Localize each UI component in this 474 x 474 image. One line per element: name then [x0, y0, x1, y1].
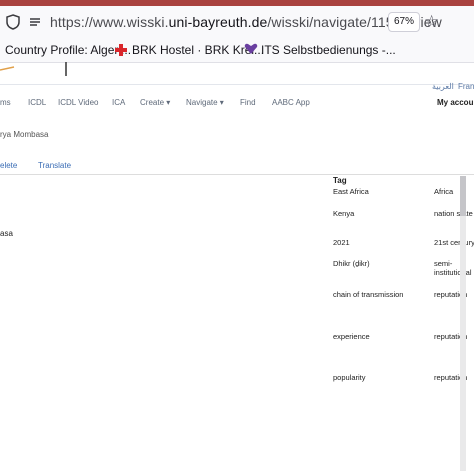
url-host: uni-bayreuth.de: [168, 14, 268, 30]
red-cross-icon: [114, 43, 128, 57]
its-heart-icon: [244, 43, 258, 54]
value-cell[interactable]: semi-: [434, 259, 452, 268]
shield-icon[interactable]: [6, 14, 20, 30]
nav-item-create[interactable]: Create ▾: [140, 98, 170, 107]
page-lines-icon[interactable]: [28, 15, 42, 29]
tag-cell[interactable]: popularity: [333, 373, 366, 382]
tab-translate[interactable]: Translate: [38, 161, 71, 170]
nav-item-icdl-video[interactable]: ICDL Video: [58, 98, 98, 107]
nav-item-ica[interactable]: ICA: [112, 98, 125, 107]
tag-cell[interactable]: 2021: [333, 238, 350, 247]
bookmark-country-profile[interactable]: Country Profile: Algeri...: [5, 43, 131, 57]
nav-item-home[interactable]: ms: [0, 98, 11, 107]
tag-column-header: Tag: [333, 176, 347, 185]
star-icon[interactable]: ☆: [424, 12, 439, 32]
zoom-level-button[interactable]: 67%: [388, 12, 420, 32]
nav-item-aabc-app[interactable]: AABC App: [272, 98, 310, 107]
value-cell[interactable]: nation state: [434, 209, 473, 218]
language-arabic-link[interactable]: العربية: [432, 82, 454, 91]
nav-item-navigate[interactable]: Navigate ▾: [186, 98, 224, 107]
tag-cell[interactable]: chain of transmission: [333, 290, 403, 299]
nav-item-icdl[interactable]: ICDL: [28, 98, 46, 107]
tab-delete[interactable]: elete: [0, 161, 17, 170]
vertical-scrollbar[interactable]: [460, 176, 466, 471]
site-logo-fragment: [0, 62, 67, 76]
tag-cell[interactable]: Dhikr (ḏikr): [333, 259, 370, 268]
nav-item-find[interactable]: Find: [240, 98, 256, 107]
url-prefix: https://www.wisski.: [50, 14, 169, 30]
url-text[interactable]: https://www.wisski.uni-bayreuth.de/wissk…: [50, 14, 442, 30]
content-divider: [0, 174, 474, 175]
field-value-fragment: asa: [0, 229, 13, 238]
nav-my-account[interactable]: My accoun: [437, 98, 474, 107]
tag-cell[interactable]: East Africa: [333, 187, 369, 196]
value-cell[interactable]: Africa: [434, 187, 453, 196]
value-cell[interactable]: 21st century: [434, 238, 474, 247]
tag-cell[interactable]: Kenya: [333, 209, 354, 218]
scrollbar-thumb[interactable]: [460, 176, 466, 216]
bookmark-its[interactable]: ITS Selbstbedienungs -...: [261, 43, 396, 57]
tag-cell[interactable]: experience: [333, 332, 370, 341]
page-title: rya Mombasa: [0, 130, 49, 139]
language-french-link[interactable]: Fran: [458, 82, 474, 91]
header-divider: [0, 84, 474, 85]
